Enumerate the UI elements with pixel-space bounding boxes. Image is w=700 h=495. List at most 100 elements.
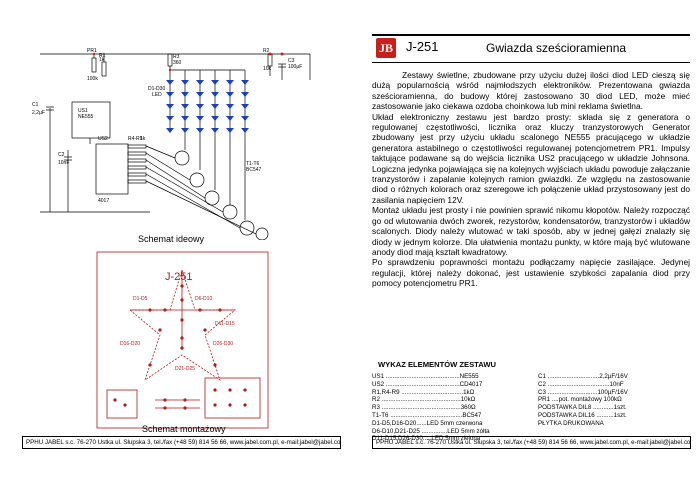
part-item: US2 ....................................…: [372, 380, 483, 388]
led-symbol: [226, 116, 234, 121]
paragraph-assembly: Montaż układu jest prosty i nie powinien…: [372, 205, 690, 257]
led-symbol: [226, 128, 234, 133]
pcb-pad: [158, 328, 162, 332]
part-item: D6-D10,D21-D25 ...............LED 5mm żó…: [372, 427, 490, 435]
pcb-caption: Schemat montażowy: [142, 424, 226, 434]
part-item: R1,R4-R9 ...............................…: [372, 388, 475, 396]
led-symbol: [241, 128, 249, 133]
page-title: Gwiazda sześcioramienna: [486, 41, 627, 55]
parts-list-2: C1 ..............................2,2µF/1…: [538, 373, 628, 428]
part-item: PŁYTKA DRUKOWANA: [538, 419, 604, 427]
led-symbol: [166, 116, 174, 121]
pcb-pad: [113, 398, 117, 402]
pcb-d11: D11-D15: [215, 321, 235, 327]
parts-heading: WYKAZ ELEMENTÓW ZESTAWU: [378, 360, 496, 369]
pcb-pad: [180, 346, 184, 350]
pcb-d16: D16-D20: [120, 341, 140, 347]
pcb-d1: D1-D5: [133, 296, 148, 302]
parts-list-1: US1 ....................................…: [372, 373, 490, 443]
led-symbol: [181, 92, 189, 97]
led-symbol: [181, 104, 189, 109]
led-symbol: [211, 80, 219, 85]
part-item: PODSTAWKA DIL16 ..........1szt.: [538, 411, 627, 419]
part-item: D1-D5,D16-D20......LED 5mm czerwona: [372, 419, 483, 427]
led-symbol: [166, 104, 174, 109]
led-symbol: [211, 128, 219, 133]
led-label: LED: [152, 92, 162, 98]
led-symbol: [241, 104, 249, 109]
led-symbol: [196, 92, 204, 97]
pcb-pad: [203, 328, 207, 332]
pcb-pad: [213, 363, 217, 367]
part-item: T1-T6 ..................................…: [372, 411, 482, 419]
r2-value: 10k: [263, 66, 272, 72]
led-symbol: [211, 104, 219, 109]
r3-value: 360: [173, 60, 182, 66]
title-bar: JB J-251 Gwiazda sześcioramienna: [372, 34, 690, 63]
pcb-pad: [218, 308, 222, 312]
pcb-pad: [213, 403, 217, 407]
t-value: BC547: [246, 167, 262, 173]
part-item: R3 .....................................…: [372, 404, 476, 412]
part-item: US1 ....................................…: [372, 373, 479, 380]
pcb-pad: [243, 388, 247, 392]
kit-code: J-251: [406, 39, 439, 54]
pr1-value: 100k: [87, 76, 98, 82]
led-symbol: [226, 80, 234, 85]
paragraph-testing: Po sprawdzeniu poprawności montażu podłą…: [372, 257, 690, 289]
right-footer: PPHU JABEL s.c. 76-270 Ustka ul. Słupska…: [372, 436, 691, 449]
us2-value: 4017: [98, 198, 109, 204]
part-item: C2 ....................................1…: [538, 380, 624, 388]
led-symbol: [226, 92, 234, 97]
part-item: R2 .....................................…: [372, 396, 476, 404]
c1-label: C1: [32, 102, 39, 108]
pcb-pad: [148, 308, 152, 312]
led-symbol: [181, 128, 189, 133]
led-symbol: [196, 80, 204, 85]
jabel-logo: JB: [376, 38, 396, 58]
pcb-layout: J-251 D1-D5 D6-D10 D16-D20 D26-D30 D21-D…: [96, 251, 269, 429]
c3-value: 100µF: [288, 64, 302, 70]
pr1-label: PR1: [87, 48, 97, 54]
r2-label: R2: [263, 48, 270, 54]
pcb-pad: [243, 403, 247, 407]
pcb-title: J-251: [165, 271, 193, 283]
led-symbol: [241, 80, 249, 85]
pcb-pad: [163, 398, 167, 402]
led-symbol: [166, 92, 174, 97]
part-item: C3 .............................100µF/16…: [538, 388, 628, 396]
led-symbol: [196, 104, 204, 109]
led-symbol: [211, 92, 219, 97]
r1-value: 1k: [99, 57, 105, 63]
led-symbol: [181, 80, 189, 85]
led-symbol: [241, 116, 249, 121]
led-symbol: [226, 104, 234, 109]
pcb-d6: D6-D10: [195, 296, 212, 302]
us1-value: NE555: [78, 114, 94, 120]
pcb-pad: [163, 406, 167, 410]
pcb-pad: [180, 298, 184, 302]
part-item: PODSTAWKA DIL8 ............1szt.: [538, 404, 627, 412]
pcb-pad: [228, 403, 232, 407]
pcb-pad: [180, 336, 184, 340]
left-page: PR1 100k R1 1k US1 NE555 C1 2,2µF C2 10n…: [0, 0, 350, 495]
pcb-d26: D26-D30: [213, 341, 233, 347]
pcb-pad: [183, 398, 187, 402]
led-symbol: [166, 128, 174, 133]
led-symbol: [196, 128, 204, 133]
led-symbol: [241, 92, 249, 97]
paragraph-circuit: Układ elektroniczny zestawu jest bardzo …: [372, 111, 690, 205]
c1-value: 2,2µF: [32, 110, 45, 116]
pcb-pad: [180, 318, 184, 322]
c2-value: 10nF: [58, 160, 69, 166]
c2-label: C2: [58, 152, 65, 158]
paragraph-intro: Zestawy świetlne, zbudowane przy użyciu …: [372, 70, 690, 112]
pcb-pad: [183, 406, 187, 410]
pcb-pad: [123, 403, 127, 407]
part-item: C1 ..............................2,2µF/1…: [538, 373, 628, 380]
pcb-pad: [148, 363, 152, 367]
pcb-pad: [228, 388, 232, 392]
pcb-d21: D21-D25: [175, 366, 195, 372]
schematic-caption: Schemat ideowy: [138, 234, 205, 244]
right-page: JB J-251 Gwiazda sześcioramienna Zestawy…: [350, 0, 700, 495]
